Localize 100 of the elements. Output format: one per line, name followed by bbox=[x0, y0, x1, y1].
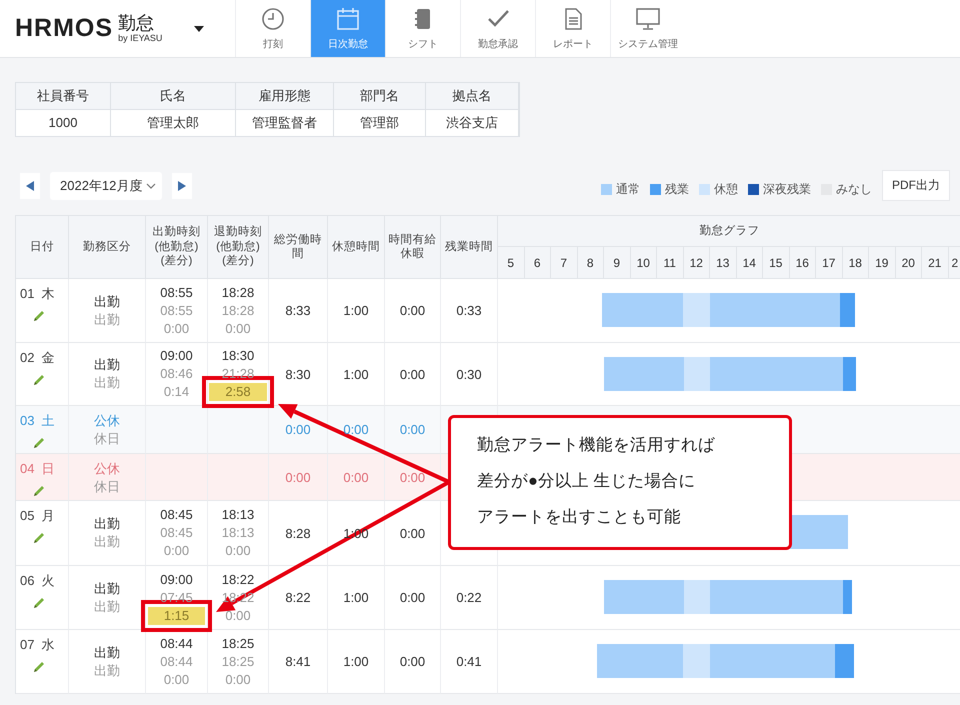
previous-button[interactable] bbox=[20, 173, 40, 199]
table-cell: 8:30 bbox=[285, 366, 311, 382]
pencil-icon[interactable] bbox=[32, 373, 46, 387]
work-type: 公休 bbox=[94, 460, 120, 478]
table-cell: 0:00 bbox=[400, 526, 426, 540]
graph-title: 勤怠グラフ bbox=[498, 216, 960, 247]
clock-out-difference: 0:00 bbox=[225, 543, 251, 558]
column-header: 雇用形態 bbox=[236, 83, 334, 110]
work-type-actual: 出勤 bbox=[94, 374, 120, 392]
column-header: 休憩時間 bbox=[328, 216, 385, 279]
hour-label: 21 bbox=[922, 247, 948, 278]
table-cell: 管理部 bbox=[334, 110, 426, 136]
date-label: 01 木 bbox=[20, 285, 56, 303]
callout-text: アラートを出すことも可能 bbox=[477, 507, 682, 528]
caret-icon[interactable] bbox=[194, 26, 204, 32]
table-cell: 0:00 bbox=[285, 422, 311, 437]
pencil-icon[interactable] bbox=[32, 596, 46, 610]
logo: HRMOS bbox=[15, 14, 114, 43]
table-cell: 1000 bbox=[16, 110, 111, 136]
clock-in-other: 08:46 bbox=[160, 365, 193, 383]
hour-label: 12 bbox=[684, 247, 710, 278]
table-cell: 管理太郎 bbox=[111, 110, 236, 136]
clock-out-other: 18:28 bbox=[222, 302, 254, 320]
column-header: 退勤時刻(他勤怠)(差分) bbox=[208, 216, 269, 279]
hour-label: 14 bbox=[736, 247, 763, 278]
pdf-button[interactable]: PDF出力 bbox=[882, 170, 950, 200]
pencil-icon[interactable] bbox=[32, 436, 46, 450]
clock-in-time: 09:00 bbox=[160, 570, 193, 588]
clock-out-time: 18:13 bbox=[222, 506, 254, 524]
work-type: 出勤 bbox=[94, 580, 120, 598]
callout-text: 勤怠アラート機能を活用すれば bbox=[477, 435, 716, 456]
table-cell: 管理監督者 bbox=[236, 110, 334, 136]
byline: by IEYASU bbox=[118, 34, 162, 43]
clock-in-difference: 1:15 bbox=[148, 606, 206, 624]
table-cell: 0:00 bbox=[343, 422, 369, 437]
date-label: 07 水 bbox=[20, 636, 56, 654]
pencil-icon[interactable] bbox=[32, 660, 46, 674]
table-cell: 0:41 bbox=[456, 654, 482, 669]
column-header: 出勤時刻(他勤怠)(差分) bbox=[146, 216, 208, 279]
work-type: 出勤 bbox=[94, 356, 120, 374]
column-header: 総労働時間 bbox=[269, 216, 328, 279]
column-header: 社員番号 bbox=[16, 83, 111, 110]
column-header: 部門名 bbox=[334, 83, 426, 110]
table-cell: 0:00 bbox=[400, 654, 426, 669]
table-cell: 1:00 bbox=[343, 590, 369, 605]
table-cell: 渋谷支店 bbox=[426, 110, 519, 136]
work-type-actual: 出勤 bbox=[94, 598, 120, 616]
table-cell: 0:30 bbox=[456, 366, 482, 382]
column-header: 氏名 bbox=[111, 83, 236, 110]
date-label: 06 火 bbox=[20, 572, 56, 590]
work-type: 出勤 bbox=[94, 515, 120, 533]
hour-label: 17 bbox=[816, 247, 842, 278]
table-cell: 8:41 bbox=[285, 654, 311, 669]
table-cell: 0:00 bbox=[343, 470, 369, 484]
clock-out-time: 18:22 bbox=[222, 570, 254, 588]
pencil-icon[interactable] bbox=[32, 484, 46, 498]
hour-label: 18 bbox=[842, 247, 869, 278]
monitor-icon bbox=[635, 6, 661, 30]
table-cell: 8:22 bbox=[285, 590, 311, 605]
hour-label: 6 bbox=[524, 247, 551, 278]
hour-label: 13 bbox=[710, 247, 736, 278]
hour-label: 7 bbox=[551, 247, 578, 278]
clock-out-difference: 0:00 bbox=[225, 320, 251, 336]
clock-out-time: 18:25 bbox=[222, 634, 254, 652]
date-label: 05 月 bbox=[20, 507, 56, 525]
work-type: 出勤 bbox=[94, 644, 120, 662]
clock-in-other: 08:55 bbox=[160, 302, 193, 320]
pencil-icon[interactable] bbox=[32, 531, 46, 545]
clock-in-time: 08:45 bbox=[160, 506, 193, 524]
pencil-icon[interactable] bbox=[32, 309, 46, 323]
clock-in-time: 08:55 bbox=[160, 284, 193, 302]
table-cell: 0:00 bbox=[285, 470, 311, 484]
hour-label: 5 bbox=[498, 247, 524, 278]
clock-in-time: 09:00 bbox=[160, 347, 193, 365]
table-cell: 0:00 bbox=[400, 590, 426, 605]
calendar-icon bbox=[335, 6, 361, 30]
nav-tab[interactable]: 日次勤怠 bbox=[310, 0, 385, 57]
clock-out-difference: 2:58 bbox=[209, 383, 267, 401]
table-cell: 0:00 bbox=[400, 422, 426, 437]
clock-in-other: 08:44 bbox=[160, 652, 193, 670]
table-cell: 8:28 bbox=[285, 526, 311, 540]
period-select[interactable]: 2022年12月度 bbox=[50, 172, 162, 200]
legend-label: 休憩 bbox=[714, 180, 738, 198]
clock-in-difference: 0:00 bbox=[164, 543, 190, 558]
table-cell: 1:00 bbox=[343, 654, 369, 669]
clock-out-difference: 0:00 bbox=[225, 672, 251, 686]
work-type-actual: 休日 bbox=[94, 430, 120, 448]
clock-in-other: 08:45 bbox=[160, 524, 193, 542]
date-label: 04 日 bbox=[20, 460, 56, 478]
clock-out-time: 18:30 bbox=[222, 347, 254, 365]
legend-label: 通常 bbox=[616, 180, 640, 198]
column-header: 時間有給休暇 bbox=[385, 216, 441, 279]
column-header: 拠点名 bbox=[426, 83, 519, 110]
legend-label: 深夜残業 bbox=[763, 180, 811, 198]
table-cell: 0:22 bbox=[456, 590, 482, 605]
column-header: 残業時間 bbox=[441, 216, 498, 279]
hour-label: 19 bbox=[869, 247, 896, 278]
next-button[interactable] bbox=[172, 173, 192, 199]
callout-text: 差分が●分以上 生じた場合に bbox=[477, 471, 697, 492]
clock-in-time: 08:44 bbox=[160, 634, 193, 652]
